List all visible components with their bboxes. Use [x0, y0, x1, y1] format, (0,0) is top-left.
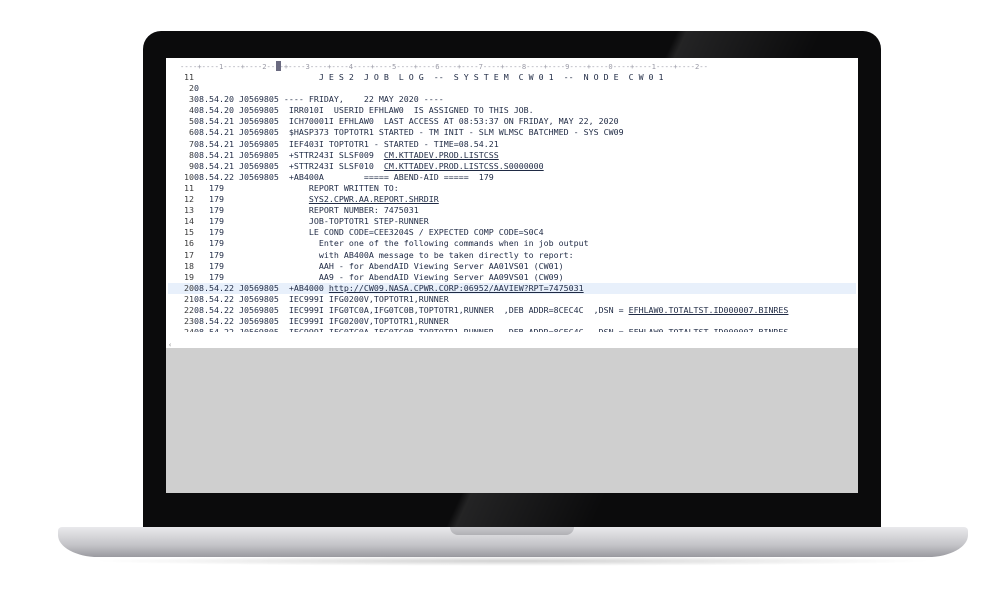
- line-number: 17: [184, 249, 194, 260]
- line-number: 15: [184, 227, 194, 238]
- laptop-shadow: [90, 556, 936, 566]
- job-log-body[interactable]: 11 J E S 2 J O B L O G -- S Y S T E M C …: [168, 72, 856, 332]
- job-log-terminal: ----+----1----+----2----+----3----+----4…: [166, 58, 858, 349]
- log-line[interactable]: 12 179 SYS2.CPWR.AA.REPORT.SHRDIR: [168, 194, 856, 205]
- line-number: 11: [184, 72, 194, 82]
- log-text: 0: [194, 83, 199, 94]
- log-line[interactable]: 608.54.21 J0569805 $HASP373 TOPTOTR1 STA…: [168, 127, 856, 138]
- log-line[interactable]: 2408.54.22 J0569805 IEC999I IFG0TC0A,IFG…: [168, 327, 856, 332]
- log-text: 08.54.20 J0569805 ---- FRIDAY, 22 MAY 20…: [194, 94, 444, 105]
- log-text: 179 LE COND CODE=CEE3204S / EXPECTED COM…: [194, 227, 544, 238]
- log-text: 08.54.20 J0569805 IRR010I USERID EFHLAW0…: [194, 105, 534, 116]
- log-line[interactable]: 508.54.21 J0569805 ICH70001I EFHLAW0 LAS…: [168, 116, 856, 127]
- line-number: 6: [189, 127, 194, 138]
- laptop-notch: [450, 527, 574, 535]
- log-link[interactable]: CM.KTTADEV.PROD.LISTCSS: [384, 150, 499, 160]
- log-line[interactable]: 2008.54.22 J0569805 +AB4000 http://CW09.…: [168, 282, 856, 294]
- log-line[interactable]: 808.54.21 J0569805 +STTR243I SLSF009 CM.…: [168, 150, 856, 161]
- line-number: 11: [184, 182, 194, 193]
- horizontal-scrollbar[interactable]: [196, 342, 856, 348]
- log-line[interactable]: 908.54.21 J0569805 +STTR243I SLSF010 CM.…: [168, 161, 856, 172]
- log-text: 179 JOB-TOPTOTR1 STEP-RUNNER: [194, 216, 429, 227]
- log-line[interactable]: 11 179 REPORT WRITTEN TO:: [168, 183, 856, 194]
- log-text: 08.54.22 J0569805 IEC999I IFG0200V,TOPTO…: [194, 316, 449, 327]
- log-text: 179 AAH - for AbendAID Viewing Server AA…: [194, 260, 564, 271]
- line-number: 3: [189, 94, 194, 105]
- log-text: 08.54.22 J0569805 +AB4000: [194, 282, 329, 293]
- log-text: 08.54.22 J0569805 IEC999I IFG0200V,TOPTO…: [194, 293, 449, 304]
- log-text: 08.54.22 J0569805 IEC999I IFG0TC0A,IFG0T…: [194, 327, 789, 333]
- log-line[interactable]: 18 179 AAH - for AbendAID Viewing Server…: [168, 261, 856, 272]
- line-number: 5: [189, 116, 194, 127]
- log-text: 08.54.21 J0569805 $HASP373 TOPTOTR1 STAR…: [194, 127, 624, 138]
- line-number: 2: [189, 83, 194, 94]
- line-number: 14: [184, 216, 194, 227]
- log-line[interactable]: 2208.54.22 J0569805 IEC999I IFG0TC0A,IFG…: [168, 305, 856, 316]
- line-number: 7: [189, 138, 194, 149]
- log-line[interactable]: 16 179 Enter one of the following comman…: [168, 238, 856, 249]
- line-number: 9: [189, 160, 194, 171]
- line-number: 23: [184, 316, 194, 327]
- log-text: 179 AA9 - for AbendAID Viewing Server AA…: [194, 271, 564, 282]
- log-text: 179 REPORT WRITTEN TO:: [194, 182, 399, 193]
- line-number: 10: [184, 171, 194, 182]
- log-line[interactable]: 2108.54.22 J0569805 IEC999I IFG0200V,TOP…: [168, 294, 856, 305]
- log-text: 179 REPORT NUMBER: 7475031: [194, 205, 419, 216]
- log-link[interactable]: SYS2.CPWR.AA.REPORT.SHRDIR: [309, 194, 439, 204]
- log-line[interactable]: 1008.54.22 J0569805 +AB400A ===== ABEND-…: [168, 172, 856, 183]
- log-text: 179: [194, 194, 309, 205]
- scroll-left-icon[interactable]: ‹: [168, 342, 172, 349]
- log-link[interactable]: CM.KTTADEV.PROD.LISTCSS.S0000000: [384, 161, 544, 171]
- log-text: 08.54.22 J0569805 IEC999I IFG0TC0A,IFG0T…: [194, 304, 629, 315]
- log-line[interactable]: 13 179 REPORT NUMBER: 7475031: [168, 205, 856, 216]
- ruler-cursor: [276, 61, 281, 71]
- line-number: 21: [184, 293, 194, 304]
- log-line[interactable]: 11 J E S 2 J O B L O G -- S Y S T E M C …: [168, 72, 856, 83]
- line-number: 18: [184, 260, 194, 271]
- log-text: J E S 2 J O B L O G -- S Y S T E M C W 0…: [194, 72, 664, 82]
- log-line[interactable]: 15 179 LE COND CODE=CEE3204S / EXPECTED …: [168, 227, 856, 238]
- line-number: 19: [184, 271, 194, 282]
- log-line[interactable]: 408.54.20 J0569805 IRR010I USERID EFHLAW…: [168, 105, 856, 116]
- log-text: 08.54.21 J0569805 IEF403I TOPTOTR1 - STA…: [194, 138, 499, 149]
- line-number: 4: [189, 105, 194, 116]
- log-text: 08.54.21 J0569805 ICH70001I EFHLAW0 LAST…: [194, 116, 619, 127]
- line-number: 20: [184, 282, 194, 293]
- log-text: 08.54.21 J0569805 +STTR243I SLSF010: [194, 160, 384, 171]
- log-text: 179 with AB400A message to be taken dire…: [194, 249, 574, 260]
- log-text: 179 Enter one of the following commands …: [194, 238, 589, 249]
- log-line[interactable]: 708.54.21 J0569805 IEF403I TOPTOTR1 - ST…: [168, 139, 856, 150]
- line-number: 8: [189, 149, 194, 160]
- log-line[interactable]: 20: [168, 83, 856, 94]
- line-number: 16: [184, 238, 194, 249]
- log-link[interactable]: EFHLAW0.TOTALTST.ID000007.BINRES: [629, 305, 789, 315]
- log-line[interactable]: 19 179 AA9 - for AbendAID Viewing Server…: [168, 272, 856, 283]
- laptop-screen: ----+----1----+----2----+----3----+----4…: [166, 58, 858, 493]
- column-ruler: ----+----1----+----2----+----3----+----4…: [180, 62, 708, 71]
- log-text: 08.54.22 J0569805 +AB400A ===== ABEND-AI…: [194, 171, 494, 182]
- log-text: 08.54.21 J0569805 +STTR243I SLSF009: [194, 149, 384, 160]
- line-number: 22: [184, 304, 194, 315]
- log-line[interactable]: 17 179 with AB400A message to be taken d…: [168, 250, 856, 261]
- log-line[interactable]: 2308.54.22 J0569805 IEC999I IFG0200V,TOP…: [168, 316, 856, 327]
- line-number: 13: [184, 205, 194, 216]
- line-number: 12: [184, 194, 194, 205]
- log-link[interactable]: http://CW09.NASA.CPWR.CORP:06952/AAVIEW?…: [329, 283, 584, 293]
- log-line[interactable]: 14 179 JOB-TOPTOTR1 STEP-RUNNER: [168, 216, 856, 227]
- log-line[interactable]: 308.54.20 J0569805 ---- FRIDAY, 22 MAY 2…: [168, 94, 856, 105]
- line-number: 24: [184, 327, 194, 333]
